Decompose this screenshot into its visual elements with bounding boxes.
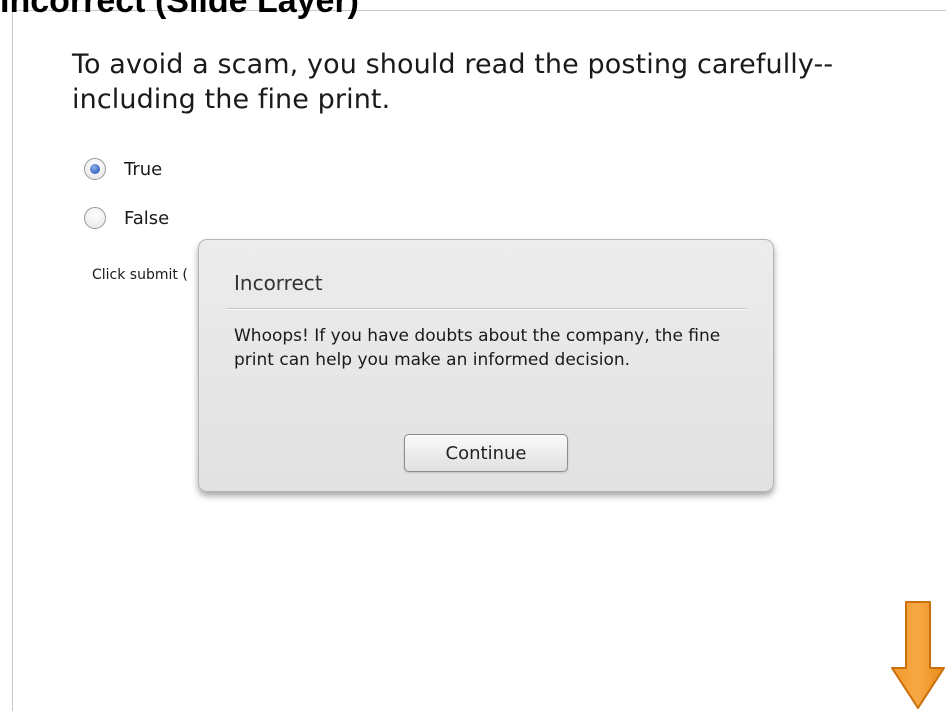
option-false-label: False (124, 207, 170, 229)
option-true[interactable]: True (84, 158, 162, 180)
continue-button[interactable]: Continue (404, 434, 568, 472)
feedback-title: Incorrect (234, 271, 323, 295)
question-text: To avoid a scam, you should read the pos… (72, 49, 834, 115)
radio-false[interactable] (84, 207, 106, 229)
feedback-divider (227, 308, 747, 310)
feedback-dialog: Incorrect Whoops! If you have doubts abo… (198, 239, 774, 492)
option-true-label: True (124, 158, 163, 180)
feedback-message: Whoops! If you have doubts about the com… (234, 326, 721, 370)
option-false[interactable]: False (84, 207, 169, 229)
page: Incorrect (Slide Layer) To avoid a scam,… (0, 0, 946, 711)
submit-hint: Click submit ( (92, 267, 188, 283)
layer-title: Incorrect (Slide Layer) (0, 0, 360, 20)
radio-true[interactable] (84, 158, 106, 180)
down-arrow-icon[interactable] (890, 600, 946, 711)
